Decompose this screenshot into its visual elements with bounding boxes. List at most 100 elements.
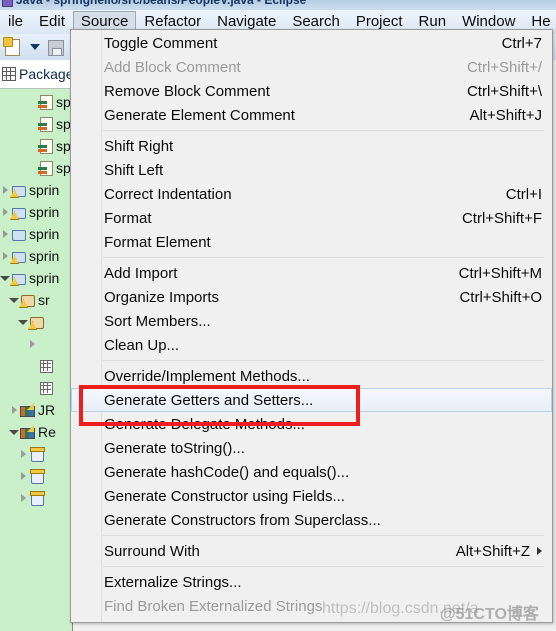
menu-item-label: Externalize Strings...	[104, 573, 242, 591]
xml-file-icon	[37, 138, 53, 154]
menu-item-shift-right[interactable]: Shift Right	[71, 134, 552, 158]
tree-item[interactable]	[0, 377, 72, 399]
tree-item[interactable]: Re	[0, 421, 72, 443]
menu-item-generate-element-comment[interactable]: Generate Element Comment Alt+Shift+J	[71, 103, 552, 127]
menu-item-generate-getters-and-setters[interactable]: Generate Getters and Setters...	[71, 388, 552, 412]
menu-item-remove-block-comment[interactable]: Remove Block Comment Ctrl+Shift+\	[71, 79, 552, 103]
menu-item-clean-up[interactable]: Clean Up...	[71, 333, 552, 357]
menu-item-label: Format Element	[104, 233, 211, 251]
chevron-right-icon[interactable]	[18, 472, 28, 480]
menu-item-generate-tostring[interactable]: Generate toString()...	[71, 436, 552, 460]
menu-item-format[interactable]: Format Ctrl+Shift+F	[71, 206, 552, 230]
menu-item-label: Generate hashCode() and equals()...	[104, 463, 350, 481]
save-icon	[48, 40, 64, 56]
menu-item-label: Generate toString()...	[104, 439, 245, 457]
package-icon	[28, 314, 44, 330]
menubar-item-edit[interactable]: Edit	[31, 11, 73, 33]
tree-item[interactable]: JR	[0, 399, 72, 421]
menu-item-label: Clean Up...	[104, 336, 180, 354]
project-icon	[10, 204, 26, 220]
menu-separator	[103, 257, 544, 258]
package-explorer-panel: Package sp sp sp sp sprin sprin sprin sprin spri…	[0, 60, 73, 631]
chevron-right-icon[interactable]	[18, 494, 28, 502]
tree-item-label: sp	[56, 116, 71, 132]
menu-item-generate-hashcode-and-equals[interactable]: Generate hashCode() and equals()...	[71, 460, 552, 484]
menu-item-generate-constructor-using-fields[interactable]: Generate Constructor using Fields...	[71, 484, 552, 508]
project-icon	[10, 248, 26, 264]
tree-item-label: sp	[56, 94, 71, 110]
tree-item[interactable]	[0, 333, 72, 355]
jar-icon	[28, 446, 45, 462]
source-dropdown-menu: Toggle Comment Ctrl+7 Add Block Comment Ctr…	[70, 29, 553, 623]
menu-separator	[103, 360, 544, 361]
chevron-down-icon[interactable]	[9, 297, 19, 303]
tree-item-label: sprin	[29, 270, 60, 286]
project-icon	[10, 182, 26, 198]
eclipse-icon	[2, 0, 13, 7]
menu-item-label: Generate Element Comment	[104, 106, 295, 124]
menu-item-label: Generate Constructors from Superclass...	[104, 511, 381, 529]
chevron-right-icon[interactable]	[18, 450, 28, 458]
menu-item-label: Generate Getters and Setters...	[104, 391, 314, 409]
package-grid-icon	[37, 380, 53, 396]
project-icon	[10, 270, 26, 286]
tree-item[interactable]: sp	[0, 135, 72, 157]
chevron-right-icon[interactable]	[0, 252, 10, 260]
menu-separator	[103, 566, 544, 567]
jar-icon	[28, 468, 45, 484]
chevron-right-icon[interactable]	[9, 406, 19, 414]
menu-item-toggle-comment[interactable]: Toggle Comment Ctrl+7	[71, 31, 552, 55]
window-titlebar: Java - springhello/src/beans/PeopleV.jav…	[0, 0, 556, 10]
tree-item[interactable]: sp	[0, 157, 72, 179]
menu-item-externalize-strings[interactable]: Externalize Strings...	[71, 570, 552, 594]
menu-item-add-import[interactable]: Add Import Ctrl+Shift+M	[71, 261, 552, 285]
tree-item[interactable]: sprin	[0, 245, 72, 267]
menubar-item-file[interactable]: ile	[0, 11, 31, 33]
menu-item-surround-with[interactable]: Surround With Alt+Shift+Z	[71, 539, 552, 563]
menu-separator	[103, 130, 544, 131]
chevron-right-icon[interactable]	[0, 208, 10, 216]
chevron-right-icon[interactable]	[0, 230, 10, 238]
chevron-right-icon[interactable]	[0, 186, 10, 194]
library-icon	[19, 402, 35, 418]
tree-item[interactable]: sprin	[0, 179, 72, 201]
menu-item-list: Toggle Comment Ctrl+7 Add Block Comment Ctr…	[71, 30, 552, 618]
menu-item-override-implement-methods[interactable]: Override/Implement Methods...	[71, 364, 552, 388]
xml-file-icon	[37, 160, 53, 176]
tree-item[interactable]	[0, 443, 72, 465]
package-explorer-icon	[2, 67, 16, 81]
tree-item[interactable]: sp	[0, 91, 72, 113]
menu-item-correct-indentation[interactable]: Correct Indentation Ctrl+I	[71, 182, 552, 206]
watermark-brand: @51CTO博客	[440, 606, 539, 623]
tree-item[interactable]: sr	[0, 289, 72, 311]
menu-item-format-element[interactable]: Format Element	[71, 230, 552, 254]
menu-item-label: Toggle Comment	[104, 34, 218, 52]
chevron-down-icon[interactable]	[0, 275, 10, 281]
tree-item[interactable]	[0, 311, 72, 333]
menu-item-shortcut: Ctrl+I	[505, 185, 542, 203]
menu-item-sort-members[interactable]: Sort Members...	[71, 309, 552, 333]
tree-item[interactable]: sp	[0, 113, 72, 135]
menu-item-label: Override/Implement Methods...	[104, 367, 310, 385]
tree-item[interactable]	[0, 487, 72, 509]
tree-item-label: JR	[38, 402, 56, 418]
chevron-down-icon[interactable]	[18, 319, 28, 325]
window-title: Java - springhello/src/beans/PeopleV.jav…	[16, 0, 307, 7]
tree-item[interactable]	[0, 355, 72, 377]
menu-item-generate-delegate-methods[interactable]: Generate Delegate Methods...	[71, 412, 552, 436]
tree-item[interactable]: sprin	[0, 267, 72, 289]
menu-item-shortcut: Ctrl+Shift+O	[459, 288, 542, 306]
package-explorer-tab[interactable]: Package	[0, 60, 72, 89]
chevron-down-icon[interactable]	[9, 429, 19, 435]
tree-item[interactable]: sprin	[0, 223, 72, 245]
tree-item[interactable]: sprin	[0, 201, 72, 223]
tree-item-label: Re	[38, 424, 56, 440]
menu-item-shift-left[interactable]: Shift Left	[71, 158, 552, 182]
new-button[interactable]	[3, 37, 23, 57]
menu-item-organize-imports[interactable]: Organize Imports Ctrl+Shift+O	[71, 285, 552, 309]
chevron-down-icon[interactable]	[30, 44, 40, 50]
menu-item-generate-constructors-from-superclass[interactable]: Generate Constructors from Superclass...	[71, 508, 552, 532]
chevron-right-icon[interactable]	[27, 340, 37, 348]
tree-item[interactable]	[0, 465, 72, 487]
save-button[interactable]	[45, 37, 65, 57]
